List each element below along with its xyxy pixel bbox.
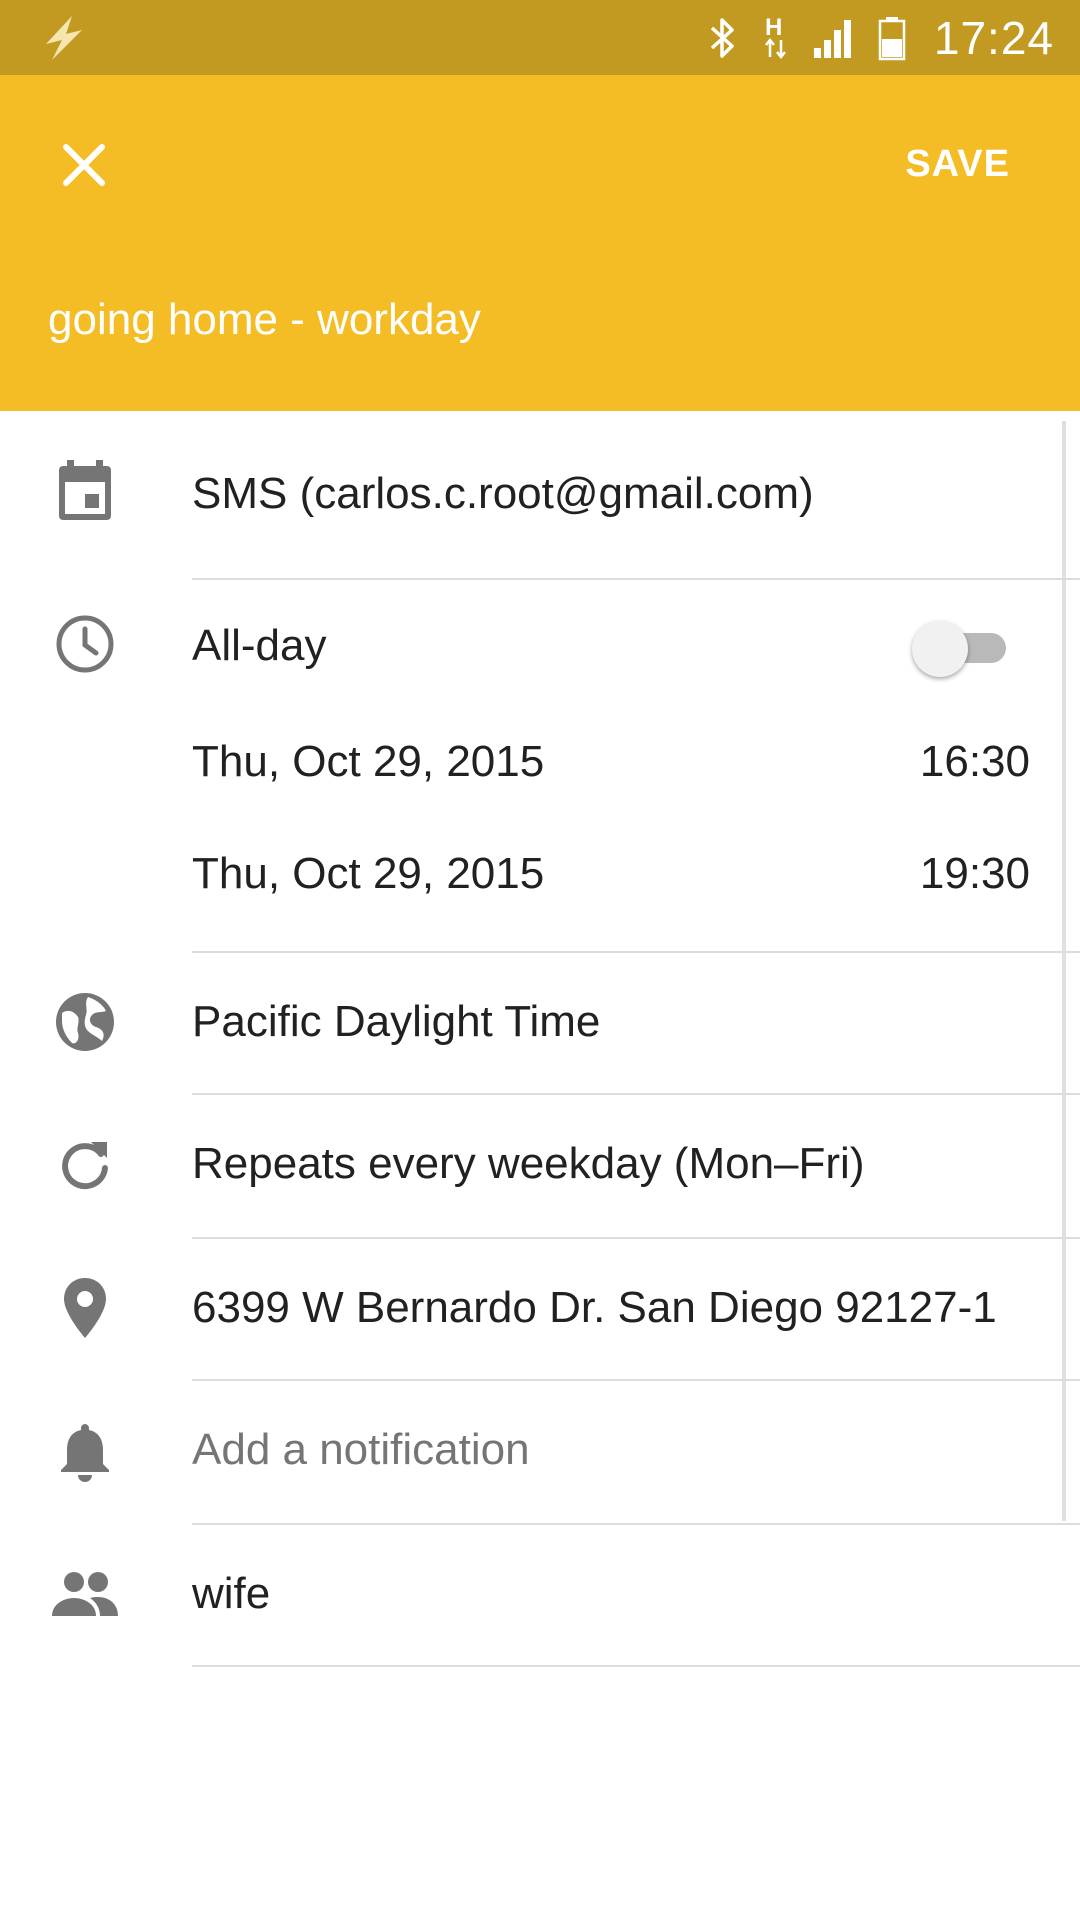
bluetooth-icon <box>706 15 740 61</box>
repeat-icon <box>50 1131 120 1201</box>
divider <box>192 1665 1080 1667</box>
guests-row[interactable]: wife <box>0 1525 1080 1665</box>
event-title-input[interactable] <box>48 295 1008 345</box>
repeat-row[interactable]: Repeats every weekday (Mon–Fri) <box>0 1095 1080 1237</box>
divider <box>192 578 1080 580</box>
all-day-row[interactable]: All-day <box>0 581 1080 711</box>
end-date[interactable]: Thu, Oct 29, 2015 <box>192 849 544 899</box>
signal-icon <box>812 18 856 58</box>
repeat-text: Repeats every weekday (Mon–Fri) <box>192 1139 865 1188</box>
bell-icon <box>50 1417 120 1487</box>
end-datetime-row: Thu, Oct 29, 2015 19:30 <box>0 823 1080 935</box>
start-time[interactable]: 16:30 <box>920 737 1030 787</box>
save-button[interactable]: SAVE <box>905 143 1010 186</box>
all-day-label: All-day <box>192 621 327 670</box>
status-time: 17:24 <box>933 11 1054 64</box>
calendar-account-text: SMS (carlos.c.root@gmail.com) <box>192 469 814 518</box>
timezone-text: Pacific Daylight Time <box>192 997 601 1046</box>
start-datetime-row: Thu, Oct 29, 2015 16:30 <box>0 711 1080 823</box>
location-pin-icon <box>50 1273 120 1343</box>
battery-icon <box>878 15 906 61</box>
add-notification-text: Add a notification <box>192 1425 530 1474</box>
calendar-icon <box>50 456 120 526</box>
close-button[interactable] <box>52 135 116 199</box>
svg-text:H: H <box>765 14 782 41</box>
status-bar: H 17:24 <box>0 0 1080 75</box>
event-form[interactable]: SMS (carlos.c.root@gmail.com) All-day Th… <box>0 411 1080 1920</box>
calendar-row[interactable]: SMS (carlos.c.root@gmail.com) <box>0 411 1080 579</box>
network-h-icon: H <box>762 13 790 63</box>
globe-icon <box>50 987 120 1057</box>
app-bar: SAVE <box>0 75 1080 411</box>
all-day-toggle[interactable] <box>912 617 1008 677</box>
guests-text: wife <box>192 1569 271 1618</box>
location-row[interactable]: 6399 W Bernardo Dr. San Diego 92127-1 <box>0 1239 1080 1379</box>
end-time[interactable]: 19:30 <box>920 849 1030 899</box>
toggle-thumb <box>912 621 968 677</box>
location-text: 6399 W Bernardo Dr. San Diego 92127-1 <box>192 1283 997 1332</box>
people-icon <box>50 1559 120 1629</box>
clock-icon <box>50 609 120 679</box>
close-icon <box>62 143 106 192</box>
notification-row[interactable]: Add a notification <box>0 1381 1080 1523</box>
flash-icon <box>38 14 90 62</box>
timezone-row[interactable]: Pacific Daylight Time <box>0 953 1080 1093</box>
start-date[interactable]: Thu, Oct 29, 2015 <box>192 737 544 787</box>
